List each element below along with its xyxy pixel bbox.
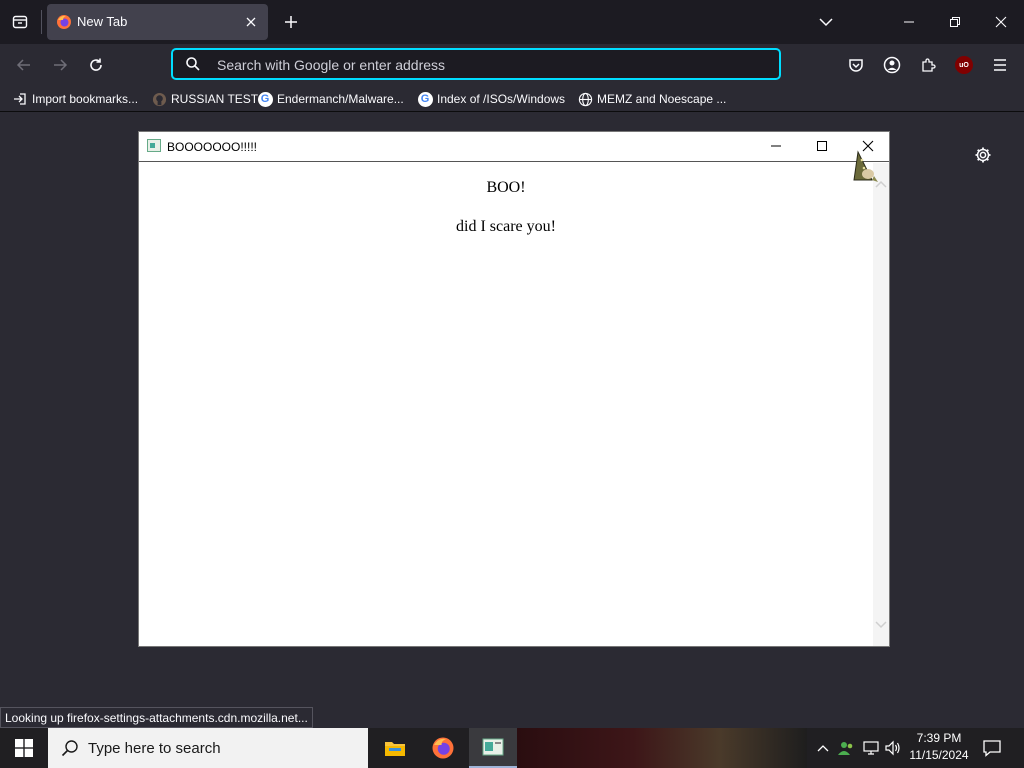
close-window-button[interactable] [978, 0, 1024, 44]
back-button[interactable] [9, 50, 39, 80]
popup-window[interactable]: BOOOOOOO!!!!! BOO! did I scare you! [138, 131, 890, 647]
clock-time: 7:39 PM [916, 731, 962, 745]
tab-separator [41, 10, 42, 34]
popup-maximize-button[interactable] [799, 132, 845, 160]
maximize-icon [817, 141, 827, 151]
bookmark-russian-test[interactable]: RUSSIAN TEST [151, 89, 258, 109]
popup-message: did I scare you! [456, 218, 556, 235]
taskbar-firefox[interactable] [419, 728, 467, 768]
restore-icon [950, 17, 960, 27]
popup-minimize-button[interactable] [753, 132, 799, 160]
customize-new-tab-button[interactable] [972, 144, 994, 166]
pocket-button[interactable] [841, 50, 871, 80]
bookmark-label: Index of /ISOs/Windows [437, 92, 566, 106]
tray-network[interactable] [861, 738, 881, 758]
account-button[interactable] [877, 50, 907, 80]
bookmarks-toolbar: Import bookmarks... RUSSIAN TEST G Ender… [0, 86, 1024, 112]
popup-heading: BOO! [486, 179, 526, 196]
firefox-view-button[interactable] [6, 8, 34, 36]
windows-logo-icon [15, 739, 33, 757]
bookmark-import[interactable]: Import bookmarks... [12, 89, 138, 109]
chevron-down-icon [819, 18, 833, 27]
tray-people[interactable] [836, 738, 856, 758]
close-tab-button[interactable] [242, 13, 260, 31]
tray-volume[interactable] [883, 738, 903, 758]
reload-button[interactable] [81, 50, 111, 80]
people-icon [838, 742, 853, 755]
taskbar-search-placeholder: Type here to search [88, 739, 221, 757]
notification-icon [983, 740, 1001, 757]
navigation-toolbar: uO [0, 44, 1024, 86]
firefox-logo-icon [57, 15, 71, 29]
status-panel: Looking up firefox-settings-attachments.… [0, 707, 313, 728]
plus-icon [285, 16, 297, 28]
notification-center-button[interactable] [980, 736, 1004, 760]
bookmark-label: Import bookmarks... [32, 92, 139, 106]
popup-content: BOO! did I scare you! [139, 163, 873, 646]
forward-arrow-icon [54, 59, 68, 71]
tab-strip: New Tab [0, 0, 1024, 44]
close-icon [995, 16, 1007, 28]
network-icon [863, 741, 879, 755]
minimize-icon [771, 145, 781, 147]
taskbar-popup-app[interactable] [469, 728, 517, 768]
bookmark-label: RUSSIAN TEST [171, 92, 259, 106]
wizard-cursor-icon [853, 150, 878, 182]
speaker-icon [885, 740, 900, 756]
globe-icon [577, 91, 593, 107]
pocket-icon [849, 59, 863, 72]
url-bar[interactable] [171, 48, 781, 80]
app-window-icon [147, 139, 161, 152]
close-icon [246, 17, 256, 27]
search-icon [60, 738, 80, 758]
minimize-button[interactable] [886, 0, 932, 44]
puzzle-icon [922, 58, 936, 72]
app-menu-button[interactable] [985, 50, 1015, 80]
taskbar-search-box[interactable]: Type here to search [48, 728, 368, 768]
bookmark-memz[interactable]: MEMZ and Noescape ... [577, 89, 726, 109]
minimize-icon [904, 21, 914, 23]
start-button[interactable] [0, 728, 48, 768]
ublock-origin-button[interactable]: uO [949, 50, 979, 80]
extensions-button[interactable] [913, 50, 943, 80]
popup-title: BOOOOOOO!!!!! [167, 140, 258, 154]
scroll-down-icon[interactable] [873, 618, 889, 630]
bookmark-label: Endermanch/Malware... [277, 92, 404, 106]
taskbar-file-explorer[interactable] [371, 728, 419, 768]
google-icon: G [257, 91, 273, 107]
bookmark-endermanch[interactable]: G Endermanch/Malware... [257, 89, 404, 109]
url-input[interactable] [217, 54, 757, 76]
bookmark-label: MEMZ and Noescape ... [597, 92, 727, 106]
app-window-icon [482, 738, 504, 756]
forward-button[interactable] [45, 50, 75, 80]
windows-taskbar: Type here to search 7:39 PM 11/15/2024 [0, 728, 1024, 768]
taskbar-wallpaper [517, 728, 807, 768]
hamburger-menu-icon [994, 59, 1006, 71]
chevron-up-icon [817, 745, 829, 752]
restore-button[interactable] [932, 0, 978, 44]
new-tab-button[interactable] [277, 8, 305, 36]
back-arrow-icon [16, 59, 30, 71]
google-icon: G [417, 91, 433, 107]
firefox-view-icon [12, 15, 28, 29]
popup-scrollbar[interactable] [873, 163, 889, 646]
firefox-logo-icon [432, 737, 454, 759]
popup-title-bar[interactable]: BOOOOOOO!!!!! [139, 132, 889, 162]
bookmark-index-isos[interactable]: G Index of /ISOs/Windows [417, 89, 565, 109]
gear-icon [975, 147, 991, 163]
import-icon [12, 91, 28, 107]
show-hidden-icons-button[interactable] [813, 738, 833, 758]
reload-icon [90, 58, 102, 71]
tab-new-tab[interactable]: New Tab [47, 4, 268, 40]
clock-date: 11/15/2024 [909, 748, 969, 762]
ublock-origin-icon: uO [955, 56, 973, 74]
search-icon [186, 57, 200, 71]
github-icon [151, 91, 167, 107]
taskbar-clock[interactable]: 7:39 PM 11/15/2024 [904, 730, 974, 766]
tab-title: New Tab [77, 14, 128, 29]
list-all-tabs-button[interactable] [812, 8, 840, 36]
account-icon [883, 56, 901, 74]
folder-icon [385, 742, 405, 756]
